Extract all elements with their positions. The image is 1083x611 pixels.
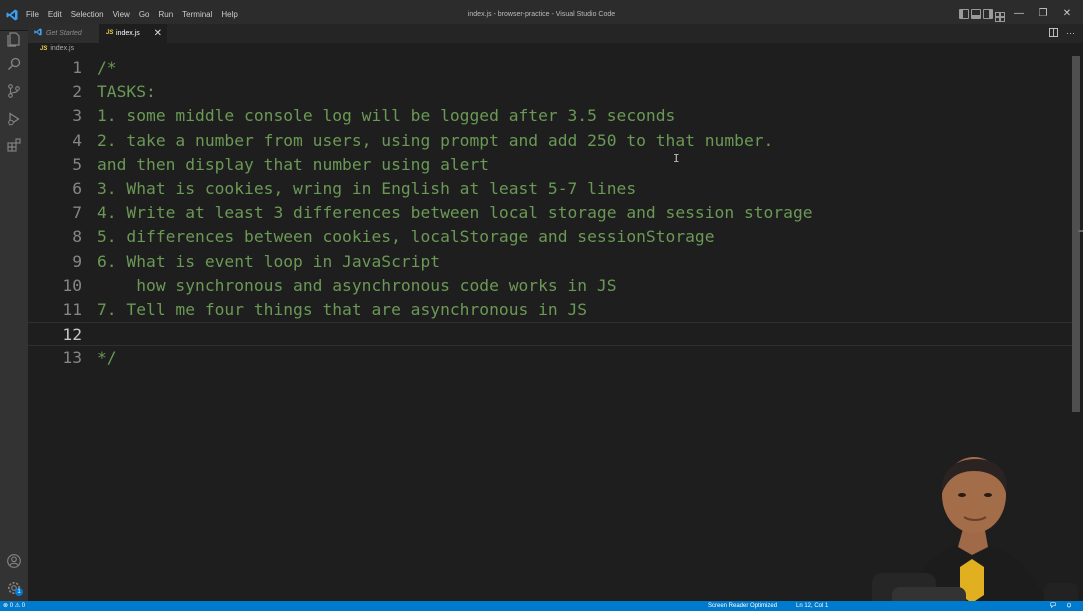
explorer-icon[interactable] [6, 31, 22, 47]
run-debug-icon[interactable] [6, 111, 22, 127]
line-number: 9 [72, 251, 82, 271]
line-number: 3 [72, 106, 82, 126]
close-window-button[interactable]: ✕ [1057, 7, 1077, 21]
tab-label: Get Started [46, 30, 82, 37]
code-line[interactable]: 7 4. Write at least 3 differences between… [28, 201, 1072, 225]
line-text: 4. Write at least 3 differences between … [97, 203, 813, 223]
code-line[interactable]: 6 3. What is cookies, wring in English at… [28, 177, 1072, 201]
mouse-text-cursor-icon: I [673, 152, 680, 165]
problems-indicator[interactable]: ⊗ 0 ⚠ 0 [3, 601, 25, 611]
tab-get-started[interactable]: Get Started [28, 24, 99, 43]
toggle-primary-sidebar-icon[interactable] [959, 9, 969, 19]
breadcrumb-file[interactable]: index.js [50, 45, 74, 52]
window-controls: — ❐ ✕ [957, 7, 1077, 22]
code-line[interactable]: 13 */ [28, 346, 1072, 370]
line-number: 7 [72, 203, 82, 223]
notifications-bell-icon[interactable] [1066, 601, 1072, 611]
line-number: 13 [62, 348, 82, 368]
line-number: 12 [62, 325, 82, 345]
line-text: and then display that number using alert [97, 154, 490, 174]
js-icon: JS [40, 46, 48, 52]
code-line[interactable]: 2 TASKS: [28, 80, 1072, 104]
presenter-webcam [872, 457, 1078, 611]
customize-layout-icon[interactable] [995, 9, 1005, 22]
close-tab-icon[interactable]: ✕ [154, 24, 162, 43]
breadcrumb: JS index.js [40, 45, 74, 52]
line-text: */ [97, 348, 117, 368]
cursor-position-status[interactable]: Ln 12, Col 1 [796, 601, 828, 611]
code-line[interactable]: 1 /* [28, 56, 1072, 80]
line-text: TASKS: [97, 82, 156, 102]
code-line[interactable]: 11 7. Tell me four things that are asynch… [28, 298, 1072, 322]
overview-ruler-marker [1078, 230, 1083, 232]
code-line[interactable]: 9 6. What is event loop in JavaScript [28, 250, 1072, 274]
search-icon[interactable] [6, 56, 22, 72]
js-icon: JS [106, 30, 114, 36]
split-editor-icon[interactable] [1049, 28, 1058, 39]
window-title: index.js - browser-practice - Visual Stu… [467, 11, 616, 18]
code-line[interactable]: 10 how synchronous and asynchronous code… [28, 274, 1072, 298]
status-bar: ⊗ 0 ⚠ 0 Screen Reader Optimized Ln 12, C… [0, 601, 1083, 611]
tab-label: index.js [116, 30, 140, 37]
line-text: 5. differences between cookies, localSto… [97, 227, 715, 247]
editor-tab-bar: Get Started JS index.js ✕ ··· [28, 24, 1083, 43]
code-line-current[interactable]: 12 [28, 322, 1072, 347]
vertical-scrollbar[interactable] [1072, 56, 1080, 412]
line-text: 6. What is event loop in JavaScript [97, 251, 441, 271]
line-number: 4 [72, 130, 82, 150]
more-actions-icon[interactable]: ··· [1066, 28, 1075, 39]
line-text: how synchronous and asynchronous code wo… [97, 275, 617, 295]
line-number: 8 [72, 227, 82, 247]
code-line[interactable]: 8 5. differences between cookies, localSt… [28, 225, 1072, 249]
line-number: 6 [72, 179, 82, 198]
line-text: 1. some middle console log will be logge… [97, 106, 676, 126]
line-number: 10 [62, 275, 82, 295]
editor-actions: ··· [1041, 28, 1075, 39]
toggle-secondary-sidebar-icon[interactable] [983, 9, 993, 19]
vscode-icon [34, 24, 42, 43]
line-text: 7. Tell me four things that are asynchro… [97, 300, 588, 319]
line-text: /* [97, 58, 117, 77]
account-icon[interactable] [6, 553, 22, 569]
settings-badge: 1 [15, 588, 23, 596]
tab-index-js[interactable]: JS index.js ✕ [99, 24, 167, 43]
line-text: 2. take a number from users, using promp… [97, 130, 774, 150]
code-line[interactable]: 4 2. take a number from users, using prom… [28, 129, 1072, 153]
activity-bar: 1 [0, 31, 28, 601]
source-control-icon[interactable] [6, 83, 22, 99]
line-number: 1 [72, 58, 82, 77]
code-line[interactable]: 3 1. some middle console log will be logg… [28, 104, 1072, 128]
toggle-panel-icon[interactable] [971, 9, 981, 19]
feedback-icon[interactable] [1050, 601, 1056, 611]
line-number: 2 [72, 82, 82, 102]
restore-button[interactable]: ❐ [1033, 7, 1053, 21]
minimize-button[interactable]: — [1009, 7, 1029, 21]
screen-reader-status[interactable]: Screen Reader Optimized [708, 601, 777, 611]
extensions-icon[interactable] [6, 137, 22, 153]
line-text: 3. What is cookies, wring in English at … [97, 179, 637, 198]
line-number: 11 [62, 300, 82, 319]
line-number: 5 [72, 154, 82, 174]
code-line[interactable]: 5 and then display that number using aler… [28, 153, 1072, 177]
